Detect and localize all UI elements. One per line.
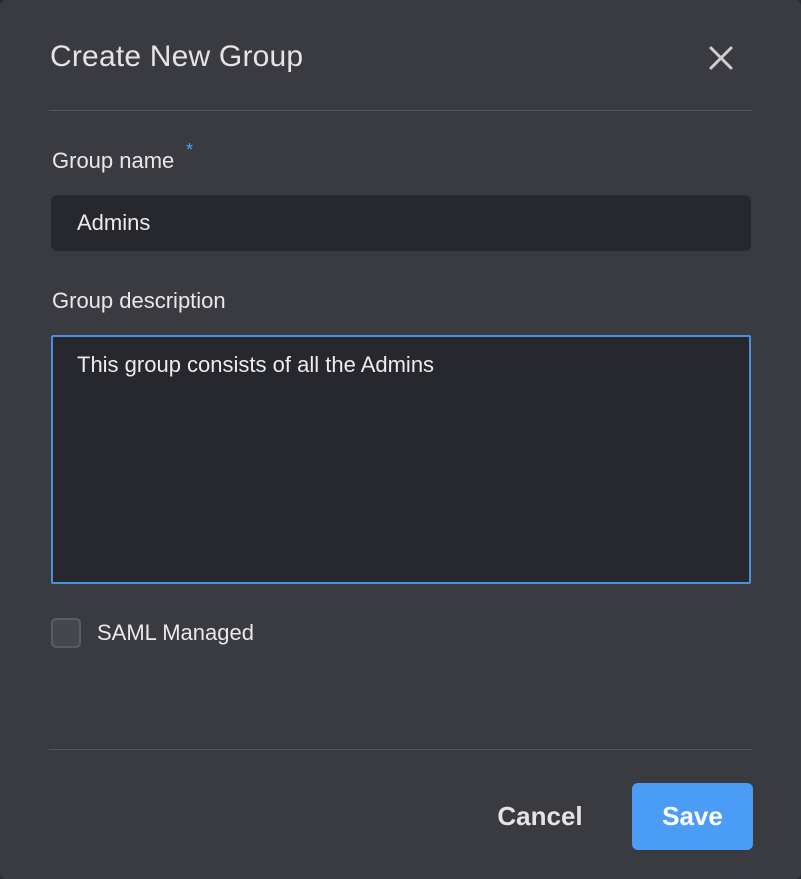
cancel-button[interactable]: Cancel — [480, 783, 600, 850]
group-name-input[interactable] — [51, 195, 751, 251]
saml-managed-label: SAML Managed — [97, 620, 254, 645]
saml-managed-row[interactable]: SAML Managed — [51, 617, 254, 649]
close-button[interactable] — [708, 45, 734, 71]
create-group-dialog: Create New Group Group name * Group desc… — [0, 0, 801, 879]
footer-divider — [49, 749, 752, 750]
group-description-label: Group description — [52, 288, 226, 313]
save-button[interactable]: Save — [632, 783, 753, 850]
dialog-header: Create New Group — [49, 0, 752, 111]
group-description-textarea[interactable]: This group consists of all the Admins — [51, 335, 751, 584]
required-marker: * — [186, 140, 194, 160]
close-icon — [709, 46, 733, 70]
saml-managed-checkbox[interactable] — [51, 618, 81, 648]
group-name-label: Group name — [52, 148, 175, 173]
dialog-title: Create New Group — [50, 40, 304, 73]
